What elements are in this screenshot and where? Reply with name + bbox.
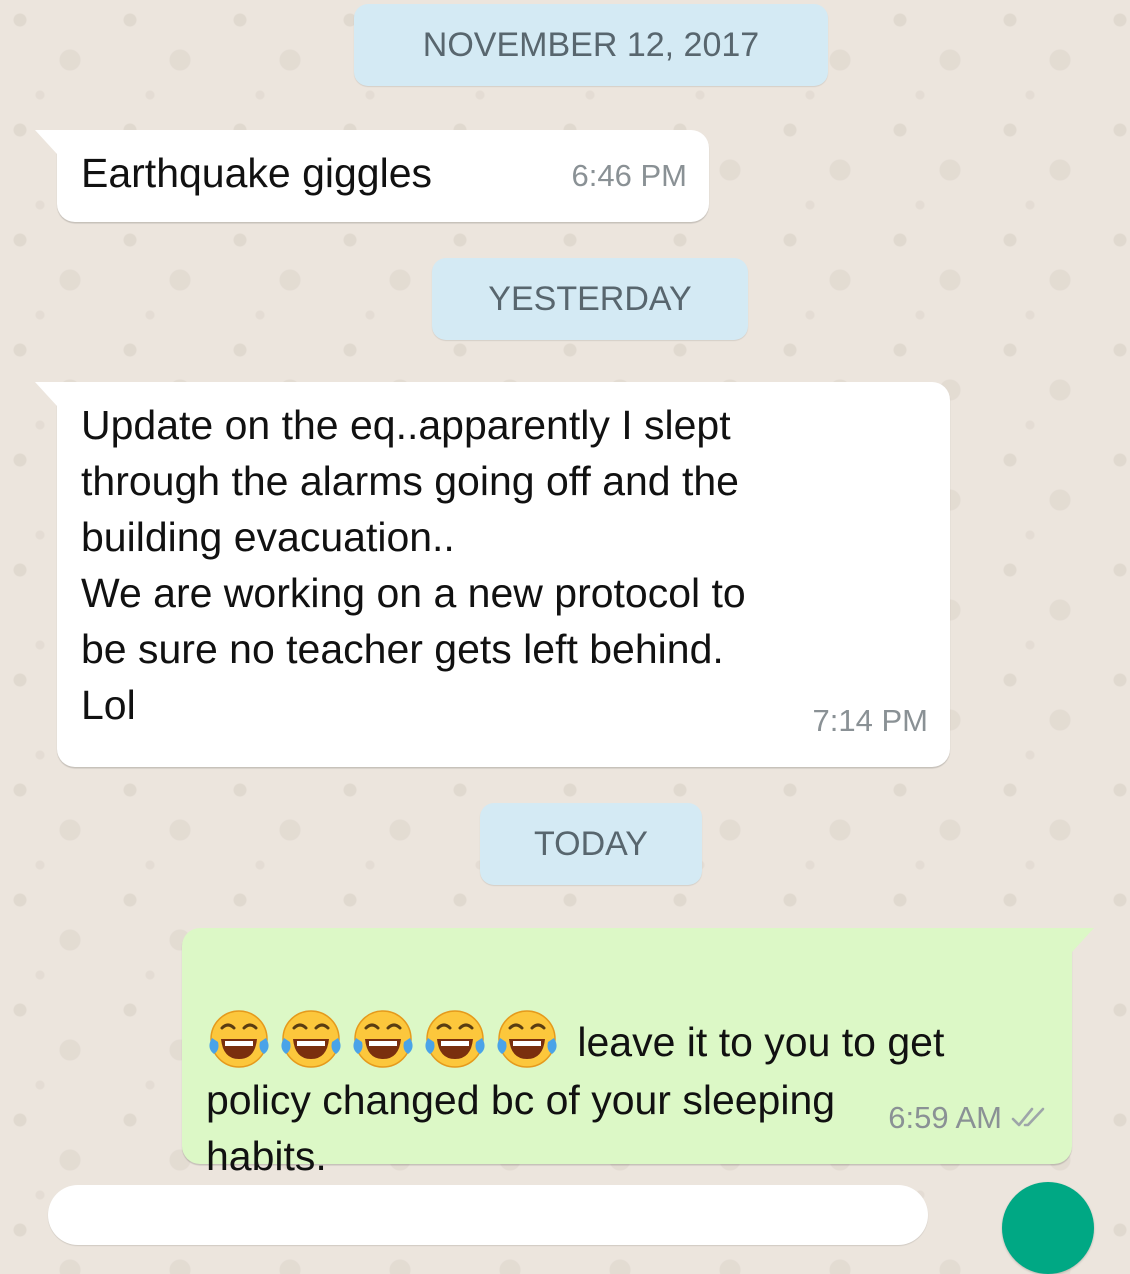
message-content: leave it to you to get policy changed bc… — [206, 950, 1056, 1184]
date-separator: YESTERDAY — [432, 258, 748, 340]
message-meta: 6:59 AM — [888, 1090, 1050, 1146]
send-button[interactable] — [1002, 1182, 1094, 1274]
date-label: NOVEMBER 12, 2017 — [422, 26, 760, 64]
face-with-tears-of-joy-icon — [281, 1010, 341, 1068]
message-meta: 7:14 PM — [813, 693, 928, 749]
message-time: 7:14 PM — [812, 703, 928, 738]
face-with-tears-of-joy-icon — [353, 1010, 413, 1068]
face-with-tears-of-joy-icon — [209, 1010, 269, 1068]
face-with-tears-of-joy-icon — [497, 1010, 557, 1068]
double-check-icon — [1011, 1107, 1045, 1127]
message-input[interactable] — [48, 1185, 928, 1245]
date-label: YESTERDAY — [488, 280, 692, 318]
date-label: TODAY — [534, 825, 648, 863]
message-time: 6:46 PM — [571, 158, 687, 193]
message-bubble-incoming[interactable]: Earthquake giggles 6:46 PM — [35, 130, 709, 222]
message-bubble-incoming[interactable]: Update on the eq..apparently I slept thr… — [35, 382, 950, 767]
message-bubble-outgoing[interactable]: leave it to you to get policy changed bc… — [182, 928, 1094, 1179]
message-text: Earthquake giggles — [81, 150, 433, 196]
date-separator: TODAY — [480, 803, 702, 885]
date-separator: NOVEMBER 12, 2017 — [354, 4, 828, 86]
message-meta: 6:46 PM — [572, 148, 687, 204]
face-with-tears-of-joy-icon — [425, 1010, 485, 1068]
message-text: Update on the eq..apparently I slept thr… — [81, 402, 746, 728]
message-time: 6:59 AM — [888, 1100, 1002, 1135]
